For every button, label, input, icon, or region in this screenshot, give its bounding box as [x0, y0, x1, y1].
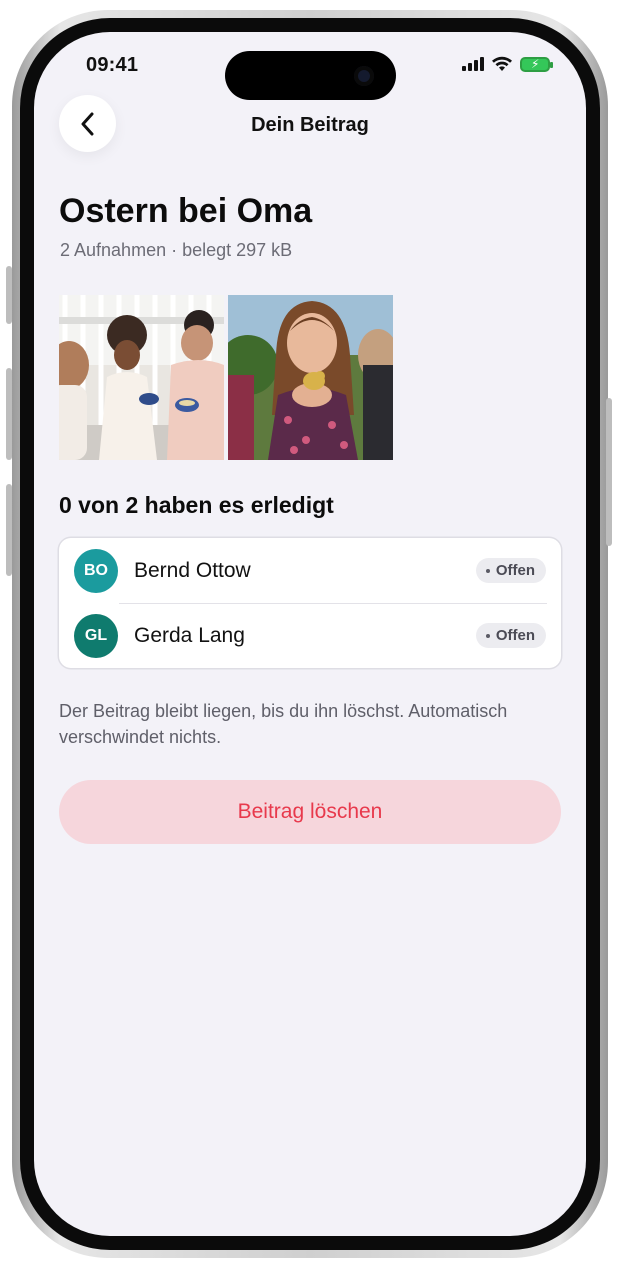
recipient-row[interactable]: BO Bernd Ottow Offen: [59, 538, 561, 603]
screen: 09:41 ⚡ Dein Beitrag Ostern bei Oma 2 Au…: [34, 32, 586, 1236]
recipient-row[interactable]: GL Gerda Lang Offen: [59, 603, 561, 668]
battery-charging-icon: ⚡: [520, 56, 553, 72]
status-time: 09:41: [86, 54, 139, 76]
status-icons: ⚡: [462, 56, 553, 72]
status-dot-icon: [485, 633, 490, 638]
recipient-name: Gerda Lang: [134, 623, 245, 647]
status-badge: Offen: [475, 558, 546, 583]
delete-post-button[interactable]: Beitrag löschen: [59, 780, 561, 844]
status-badge: Offen: [475, 623, 546, 648]
front-camera: [354, 66, 374, 86]
avatar: GL: [74, 613, 118, 658]
action-button: [6, 266, 12, 324]
info-note: Der Beitrag bleibt liegen, bis du ihn lö…: [59, 701, 508, 747]
volume-down-button: [6, 484, 12, 576]
dynamic-island: [225, 51, 396, 100]
recipient-list: BO Bernd Ottow Offen GL Gerda Lang Offen: [59, 538, 561, 668]
photo-thumbnail-family[interactable]: [59, 295, 224, 460]
post-title: Ostern bei Oma: [59, 192, 313, 230]
nav-title: Dein Beitrag: [251, 114, 369, 136]
photo-grid: [59, 295, 393, 460]
cellular-signal-icon: [462, 57, 484, 71]
progress-heading: 0 von 2 haben es erledigt: [59, 492, 334, 518]
status-badge-label: Offen: [495, 627, 535, 644]
recipient-name: Bernd Ottow: [134, 558, 251, 582]
avatar: BO: [74, 548, 118, 593]
volume-up-button: [6, 368, 12, 460]
post-subtitle: 2 Aufnahmen · belegt 297 kB: [60, 240, 293, 260]
power-button: [606, 398, 612, 546]
status-badge-label: Offen: [495, 562, 535, 579]
photo-thumbnail-girl-with-chick[interactable]: [228, 295, 393, 460]
status-dot-icon: [485, 568, 490, 573]
wifi-icon: [492, 56, 512, 71]
